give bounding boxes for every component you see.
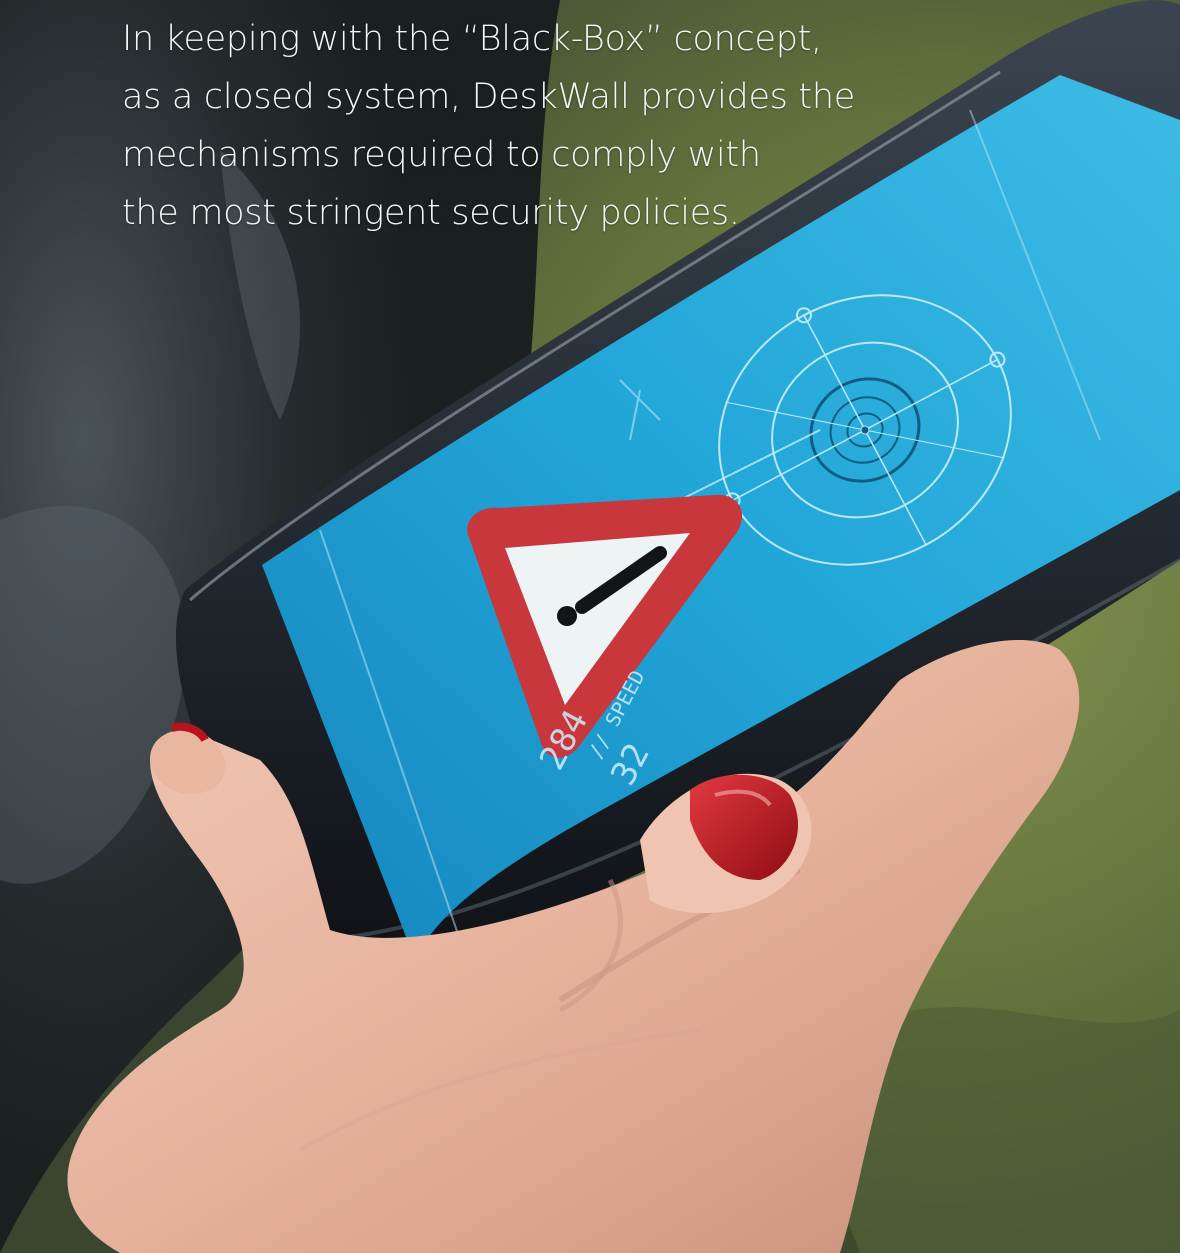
caption-line-1: In keeping with the “Black-Box” concept,	[122, 19, 822, 59]
caption-line-2: as a closed system, DeskWall provides th…	[122, 77, 855, 117]
caption-line-4: the most stringent security policies.	[122, 193, 740, 233]
caption-line-3: mechanisms required to comply with	[122, 135, 761, 175]
caption-text: In keeping with the “Black-Box” concept,…	[122, 10, 882, 242]
hero-scene: // SPEED 32 284 In keeping with the “Bla…	[0, 0, 1180, 1253]
